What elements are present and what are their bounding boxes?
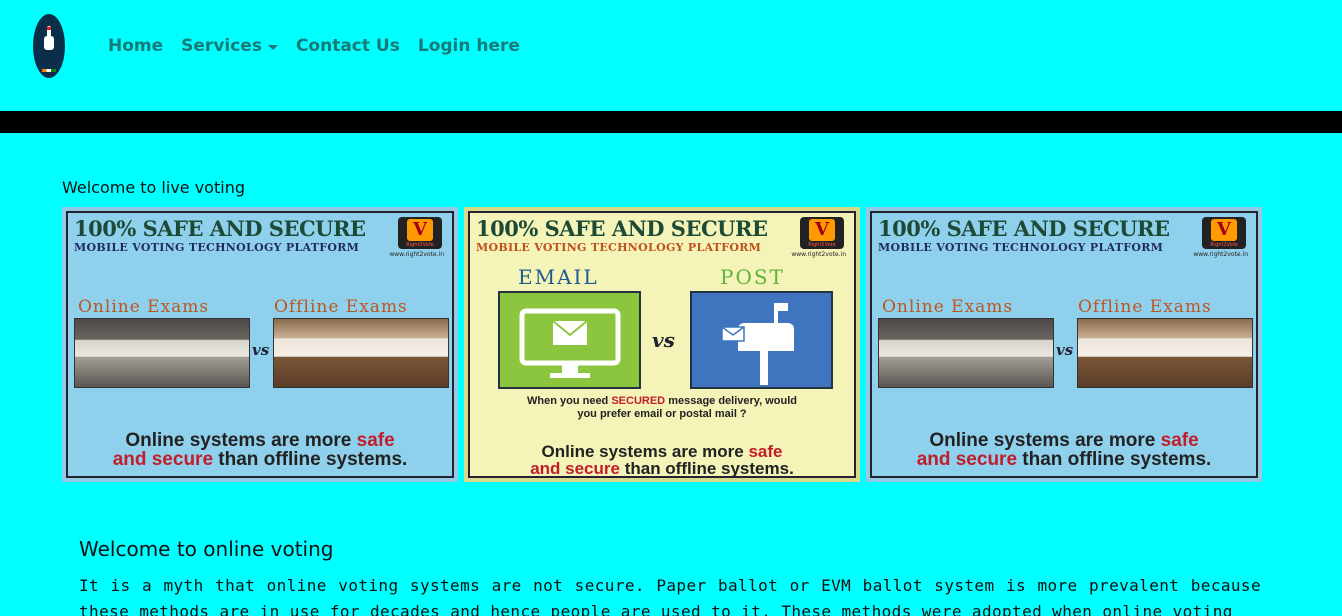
footer-text: than offline systems.	[619, 459, 794, 478]
online-exams-label: Online Exams	[78, 297, 210, 317]
question-text: message delivery, would	[665, 395, 797, 407]
banner-url: www.right2vote.in	[389, 251, 444, 258]
banner-frame: 100% SAFE AND SECURE MOBILE VOTING TECHN…	[870, 211, 1258, 478]
nav-services-label: Services	[181, 36, 262, 56]
online-voting-section: Welcome to online voting It is a myth th…	[79, 537, 1261, 616]
question-text: When you need	[527, 395, 612, 407]
main-nav: Home Services Contact Us Login here	[108, 36, 520, 56]
banner-subtitle: MOBILE VOTING TECHNOLOGY PLATFORM	[74, 241, 360, 254]
live-voting-heading: Welcome to live voting	[62, 178, 245, 197]
computer-email-icon	[519, 308, 621, 378]
banner-footer: Online systems are more safe and secure …	[872, 431, 1256, 469]
footer-red-text: safe	[356, 430, 395, 451]
footer-red-text: and secure	[112, 449, 214, 470]
online-exam-photo	[878, 318, 1054, 388]
banner-footer: Online systems are more safe and secure …	[68, 431, 452, 469]
right2vote-logo: V Right2Vote	[1202, 217, 1246, 249]
offline-exams-label: Offline Exams	[1078, 297, 1212, 317]
banner-subtitle: MOBILE VOTING TECHNOLOGY PLATFORM	[878, 241, 1164, 254]
banner-frame: 100% SAFE AND SECURE MOBILE VOTING TECHN…	[66, 211, 454, 478]
logo-text: Right2Vote	[406, 242, 434, 248]
navbar: Home Services Contact Us Login here	[0, 0, 1342, 111]
logo-text: Right2Vote	[1210, 242, 1238, 248]
banner-online-exams-2[interactable]: 100% SAFE AND SECURE MOBILE VOTING TECHN…	[866, 207, 1262, 482]
footer-red-text: safe	[1160, 430, 1199, 451]
question-red-text: SECURED	[611, 395, 666, 407]
logo-letter: V	[809, 219, 835, 241]
email-label: EMAIL	[518, 265, 599, 289]
footer-text: Online systems are more	[125, 430, 357, 451]
banner-question: When you need SECURED message delivery, …	[470, 395, 854, 421]
banner-email-vs-post[interactable]: 100% SAFE AND SECURE MOBILE VOTING TECHN…	[464, 207, 860, 482]
offline-exam-photo	[1077, 318, 1253, 388]
footer-text: than offline systems.	[1017, 449, 1212, 470]
online-exams-label: Online Exams	[882, 297, 1014, 317]
chevron-down-icon	[267, 44, 278, 50]
banner-frame: 100% SAFE AND SECURE MOBILE VOTING TECHN…	[468, 211, 856, 478]
online-exam-photo	[74, 318, 250, 388]
divider-bar	[0, 111, 1342, 133]
section-heading: Welcome to online voting	[79, 537, 334, 561]
post-panel	[690, 291, 833, 389]
offline-exams-label: Offline Exams	[274, 297, 408, 317]
post-label: POST	[720, 265, 785, 289]
banner-title: 100% SAFE AND SECURE	[74, 216, 366, 241]
banner-subtitle: MOBILE VOTING TECHNOLOGY PLATFORM	[476, 241, 762, 254]
section-body: It is a myth that online voting systems …	[79, 576, 1261, 616]
banner-carousel: 100% SAFE AND SECURE MOBILE VOTING TECHN…	[62, 207, 1262, 482]
nav-home[interactable]: Home	[108, 36, 163, 56]
nav-home-label: Home	[108, 36, 164, 56]
footer-red-text: and secure	[916, 449, 1018, 470]
vs-label: vs	[1056, 341, 1074, 359]
banner-title: 100% SAFE AND SECURE	[476, 216, 768, 241]
nav-contact-label: Contact Us	[295, 36, 400, 56]
banner-footer: Online systems are more safe and secure …	[470, 443, 854, 478]
nav-login[interactable]: Login here	[418, 36, 520, 56]
email-panel	[498, 291, 641, 389]
vs-label: vs	[252, 341, 270, 359]
vs-label: vs	[652, 328, 675, 352]
flag-stripe	[42, 69, 56, 72]
logo-text: Right2Vote	[808, 242, 836, 248]
site-logo[interactable]	[33, 14, 65, 78]
footer-red-text: and secure	[530, 459, 620, 478]
nav-contact-us[interactable]: Contact Us	[296, 36, 400, 56]
mailbox-icon	[721, 303, 794, 385]
footer-text: Online systems are more	[929, 430, 1161, 451]
right2vote-logo: V Right2Vote	[398, 217, 442, 249]
logo-letter: V	[407, 219, 433, 241]
banner-url: www.right2vote.in	[791, 251, 846, 258]
question-text: you prefer email or postal mail ?	[577, 408, 747, 420]
right2vote-logo: V Right2Vote	[800, 217, 844, 249]
footer-text: than offline systems.	[213, 449, 408, 470]
banner-url: www.right2vote.in	[1193, 251, 1248, 258]
banner-title: 100% SAFE AND SECURE	[878, 216, 1170, 241]
offline-exam-photo	[273, 318, 449, 388]
nav-services[interactable]: Services	[181, 36, 278, 56]
logo-letter: V	[1211, 219, 1237, 241]
banner-online-exams-1[interactable]: 100% SAFE AND SECURE MOBILE VOTING TECHN…	[62, 207, 458, 482]
nav-login-label: Login here	[417, 36, 520, 56]
voting-hand-icon	[44, 26, 54, 50]
